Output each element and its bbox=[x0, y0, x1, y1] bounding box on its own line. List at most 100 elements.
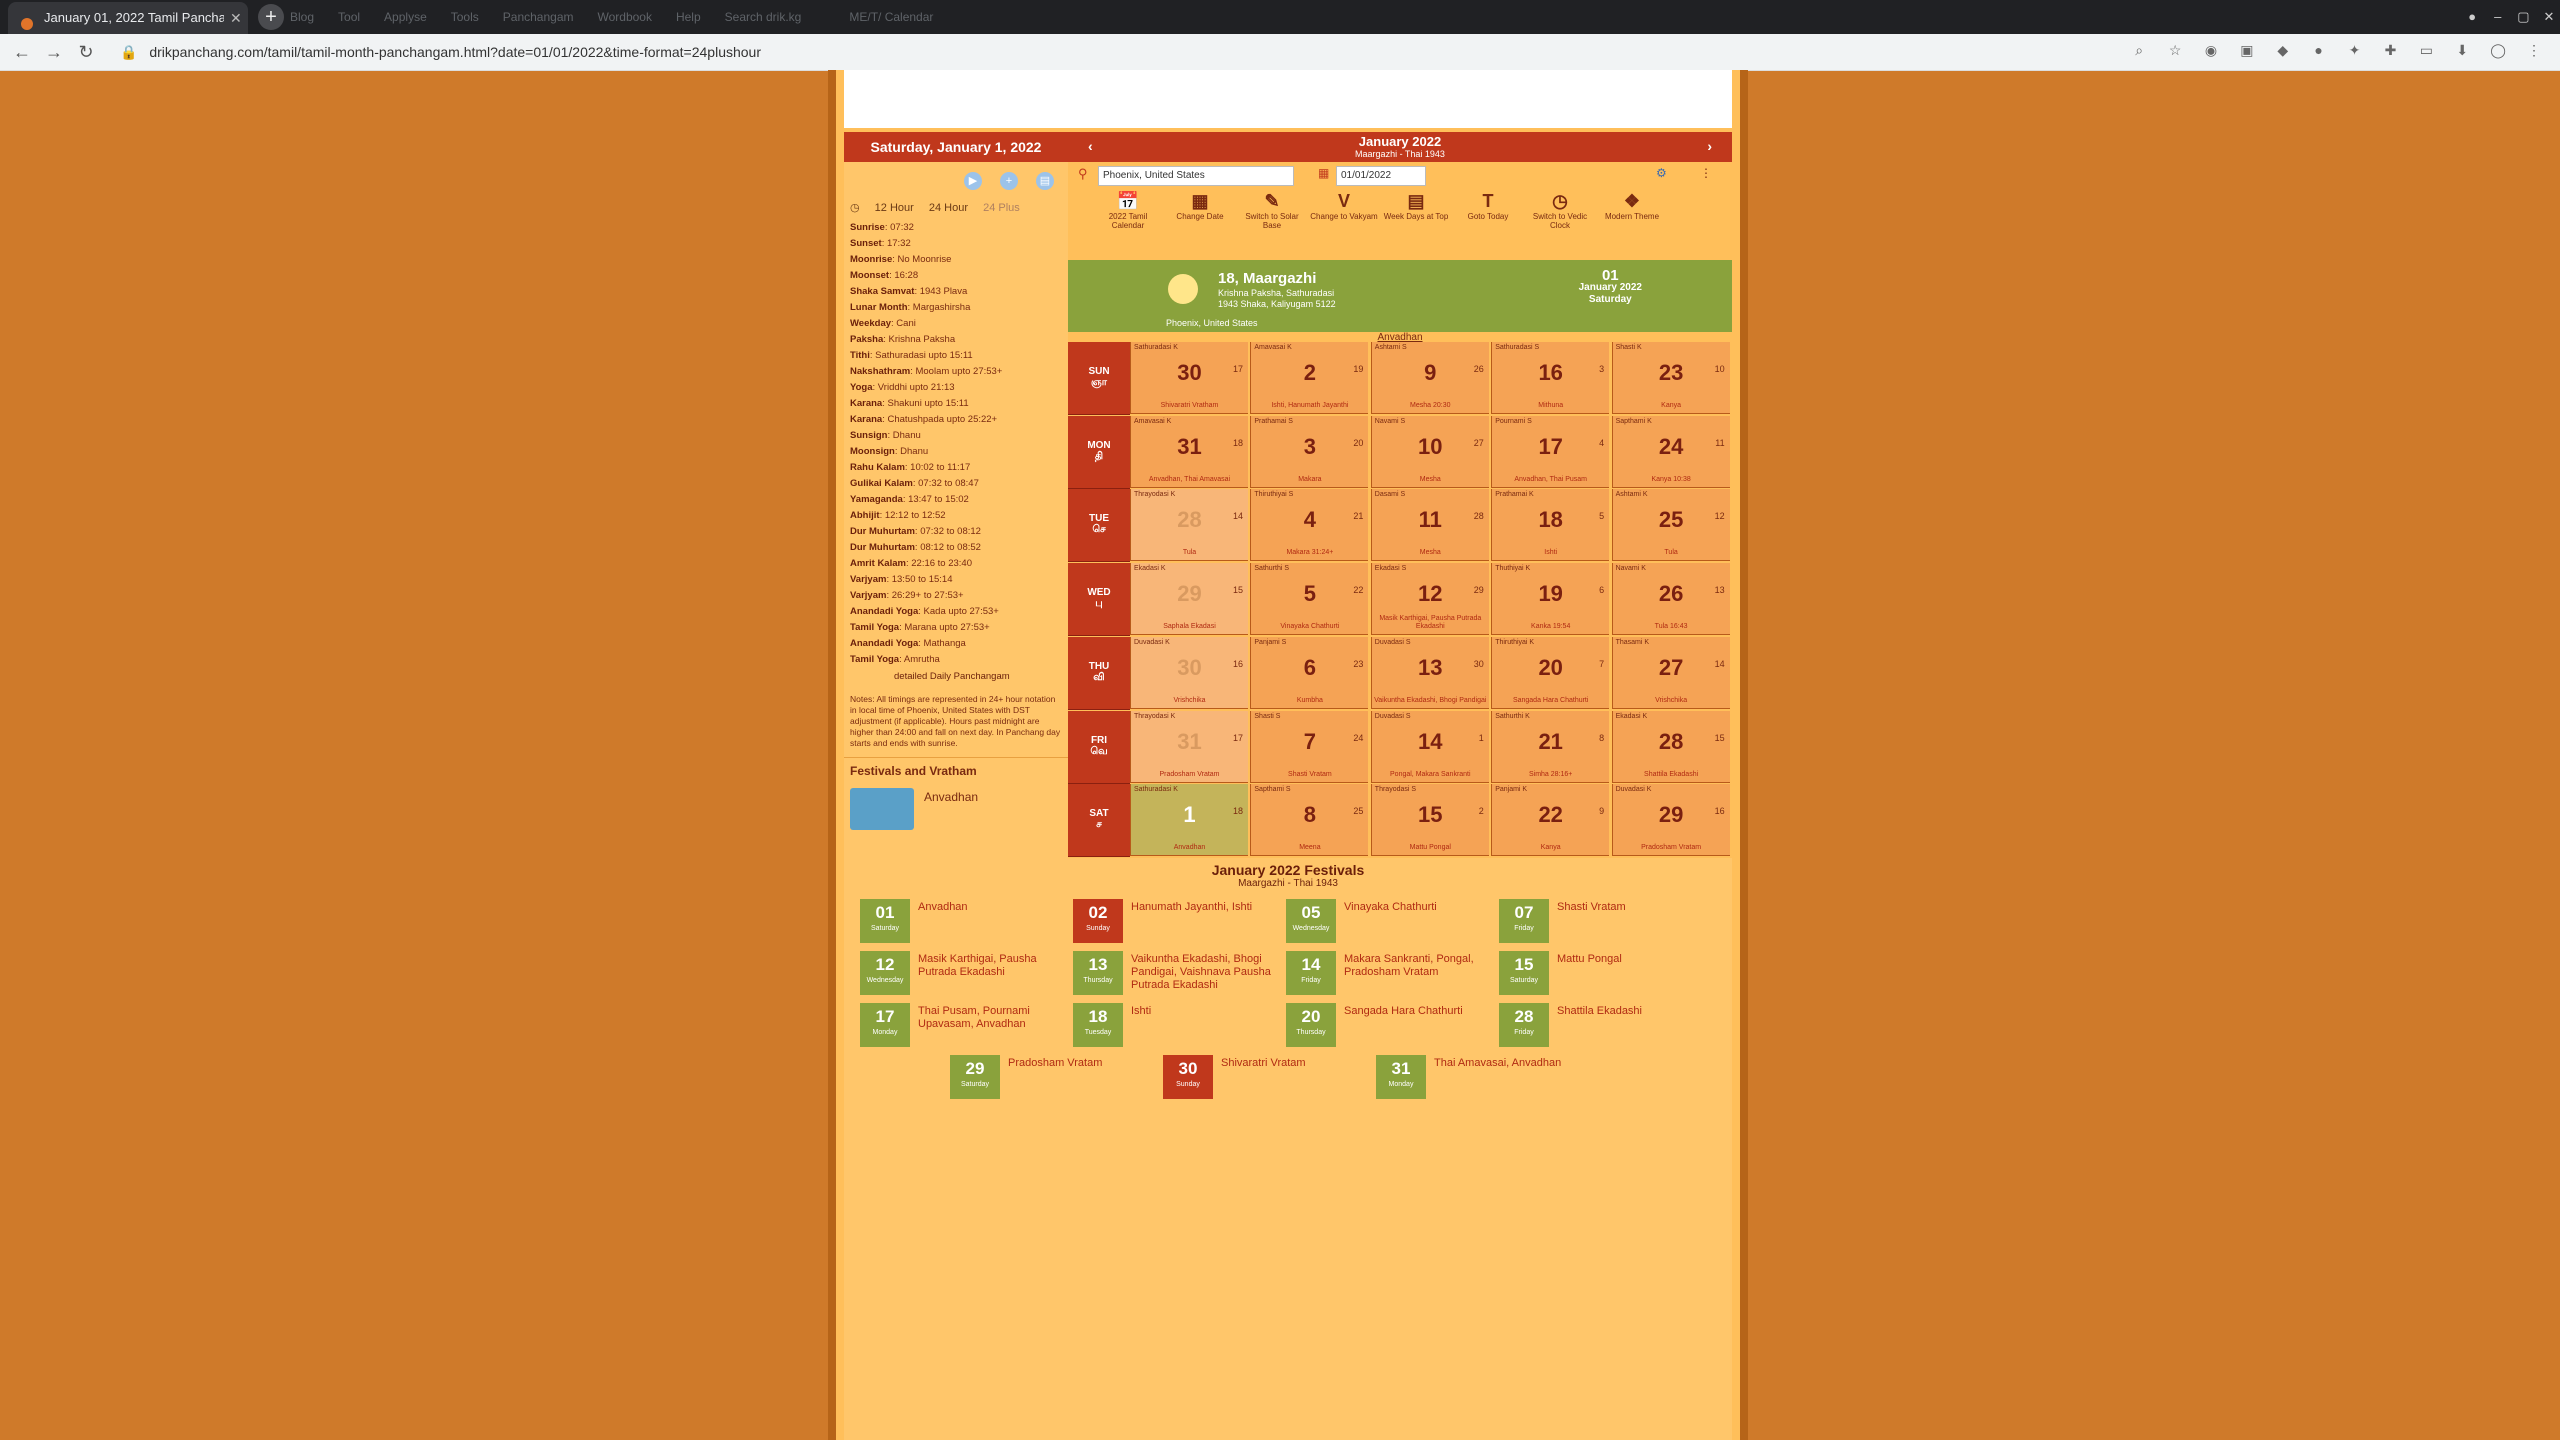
detail-label[interactable]: Varjyam bbox=[850, 574, 886, 585]
extension-icon[interactable]: ▣ bbox=[2231, 42, 2263, 59]
date-input[interactable]: 01/01/2022 bbox=[1336, 166, 1426, 186]
calendar-day-cell[interactable]: Prathamai K 18 5 Ishti bbox=[1491, 489, 1610, 562]
calendar-day-cell[interactable]: Thrayodasi S 15 2 Mattu Pongal bbox=[1370, 784, 1489, 857]
play-icon[interactable]: ▶ bbox=[964, 172, 982, 190]
detail-label[interactable]: Yoga bbox=[850, 382, 873, 393]
festival-name[interactable]: Anvadhan bbox=[918, 901, 1068, 914]
calendar-day-cell[interactable]: Thrayodasi K 28 14 Tula bbox=[1130, 489, 1248, 562]
detail-label[interactable]: Weekday bbox=[850, 318, 891, 329]
festival-name[interactable]: Ishti bbox=[1131, 1005, 1281, 1018]
festival-item[interactable]: Anvadhan bbox=[844, 784, 1068, 834]
detail-label[interactable]: Shaka Samvat bbox=[850, 286, 914, 297]
detail-label[interactable]: Tamil Yoga bbox=[850, 622, 899, 633]
star-icon[interactable]: ☆ bbox=[2159, 42, 2191, 59]
forward-icon[interactable]: → bbox=[44, 42, 64, 62]
calendar-day-cell[interactable]: Navami S 10 27 Mesha bbox=[1370, 415, 1489, 488]
detail-label[interactable]: Abhijit bbox=[850, 510, 880, 521]
bookmark-item[interactable]: ME/T/ Calendar bbox=[849, 10, 933, 24]
calendar-day-cell[interactable]: Pournami S 17 4 Anvadhan, Thai Pusam bbox=[1491, 415, 1610, 488]
calendar-day-cell[interactable]: Prathamai S 3 20 Makara bbox=[1250, 415, 1369, 488]
festival-entry[interactable]: 13 Thursday Vaikuntha Ekadashi, Bhogi Pand… bbox=[1073, 951, 1283, 995]
festival-name[interactable]: Pradosham Vratam bbox=[1008, 1057, 1158, 1070]
festival-entry[interactable]: 05 Wednesday Vinayaka Chathurti bbox=[1286, 899, 1496, 943]
toolbar-button[interactable]: V Change to Vakyam bbox=[1308, 190, 1380, 221]
calendar-day-cell[interactable]: Amavasai K 31 18 Anvadhan, Thai Amavasai bbox=[1130, 415, 1248, 488]
calendar-day-cell[interactable]: Duvadasi K 30 16 Vrishchika bbox=[1130, 636, 1248, 709]
bookmark-item[interactable]: Panchangam bbox=[503, 10, 574, 24]
detail-label[interactable]: Dur Muhurtam bbox=[850, 542, 915, 553]
festival-name[interactable]: Shattila Ekadashi bbox=[1557, 1005, 1707, 1018]
festival-name[interactable]: Shasti Vratam bbox=[1557, 901, 1707, 914]
festival-name[interactable]: Thai Amavasai, Anvadhan bbox=[1434, 1057, 1584, 1070]
prev-month-button[interactable]: ‹ bbox=[1088, 138, 1093, 154]
calendar-day-cell[interactable]: Sathuradasi S 16 3 Mithuna bbox=[1491, 342, 1610, 414]
calendar-day-cell[interactable]: Duvadasi K 29 16 Pradosham Vratam bbox=[1611, 784, 1730, 857]
menu-icon[interactable]: ⋮ bbox=[2518, 42, 2550, 59]
calendar-day-cell[interactable]: Amavasai K 2 19 Ishti, Hanumath Jayanthi bbox=[1250, 342, 1369, 414]
festival-name[interactable]: Thai Pusam, Pournami Upavasam, Anvadhan bbox=[918, 1005, 1068, 1031]
minimize-icon[interactable]: – bbox=[2487, 0, 2509, 34]
festival-entry[interactable]: 28 Friday Shattila Ekadashi bbox=[1499, 1003, 1709, 1047]
detail-label[interactable]: Moonsign bbox=[850, 446, 895, 457]
reload-icon[interactable]: ↻ bbox=[76, 42, 96, 62]
detail-label[interactable]: Nakshathram bbox=[850, 366, 910, 377]
format-24-plus[interactable]: 24 Plus bbox=[983, 202, 1020, 214]
calendar-day-cell[interactable]: Sathuradasi K 30 17 Shivaratri Vratham bbox=[1130, 342, 1248, 414]
next-month-button[interactable]: › bbox=[1707, 138, 1712, 154]
calendar-day-cell[interactable]: Panjami K 22 9 Kanya bbox=[1491, 784, 1610, 857]
calendar-day-cell[interactable]: Ekadasi K 28 15 Shattila Ekadashi bbox=[1611, 710, 1730, 783]
festival-entry[interactable]: 15 Saturday Mattu Pongal bbox=[1499, 951, 1709, 995]
avatar[interactable]: ◯ bbox=[2482, 42, 2514, 59]
toolbar-button[interactable]: ◷ Switch to Vedic Clock bbox=[1524, 190, 1596, 230]
calendar-day-cell[interactable]: Shasti K 23 10 Kanya bbox=[1611, 342, 1730, 414]
detail-label[interactable]: Paksha bbox=[850, 334, 883, 345]
calendar-day-cell[interactable]: Navami K 26 13 Tula 16:43 bbox=[1611, 563, 1730, 636]
calendar-day-cell[interactable]: Shasti S 7 24 Shasti Vratam bbox=[1250, 710, 1369, 783]
bookmark-item[interactable]: Help bbox=[676, 10, 701, 24]
calendar-day-cell[interactable]: Ekadasi S 12 29 Masik Karthigai, Pausha Put… bbox=[1370, 563, 1489, 636]
festival-name[interactable]: Hanumath Jayanthi, Ishti bbox=[1131, 901, 1281, 914]
detail-label[interactable]: Sunset bbox=[850, 238, 882, 249]
detail-label[interactable]: Gulikai Kalam bbox=[850, 478, 913, 489]
calendar-day-cell[interactable]: Sapthami S 8 25 Meena bbox=[1250, 784, 1369, 857]
calendar-day-cell[interactable]: Thuthiyai K 19 6 Kanka 19:54 bbox=[1491, 563, 1610, 636]
cast-icon[interactable]: ▭ bbox=[2410, 42, 2442, 59]
detail-label[interactable]: Tithi bbox=[850, 350, 870, 361]
detail-label[interactable]: Lunar Month bbox=[850, 302, 908, 313]
calendar-day-cell[interactable]: Sathurthi K 21 8 Simha 28:16+ bbox=[1491, 710, 1610, 783]
festival-entry[interactable]: 31 Monday Thai Amavasai, Anvadhan bbox=[1376, 1055, 1586, 1099]
toolbar-button[interactable]: 📅 2022 Tamil Calendar bbox=[1092, 190, 1164, 230]
calendar-day-cell[interactable]: Ashtami K 25 12 Tula bbox=[1611, 489, 1730, 562]
festival-entry[interactable]: 17 Monday Thai Pusam, Pournami Upavasam, A… bbox=[860, 1003, 1070, 1047]
bookmark-item[interactable]: Wordbook bbox=[597, 10, 651, 24]
festival-entry[interactable]: 29 Saturday Pradosham Vratam bbox=[950, 1055, 1160, 1099]
festival-name[interactable]: Vaikuntha Ekadashi, Bhogi Pandigai, Vais… bbox=[1131, 953, 1281, 992]
profile-icon[interactable]: ● bbox=[2461, 0, 2483, 34]
festival-entry[interactable]: 14 Friday Makara Sankranti, Pongal, Prados… bbox=[1286, 951, 1496, 995]
format-24-hour[interactable]: 24 Hour bbox=[929, 202, 968, 214]
festival-name[interactable]: Sangada Hara Chathurti bbox=[1344, 1005, 1494, 1018]
new-tab-button[interactable]: + bbox=[258, 4, 284, 30]
detail-label[interactable]: Karana bbox=[850, 414, 882, 425]
bookmark-item[interactable]: Search drik.kg bbox=[725, 10, 802, 24]
toolbar-button[interactable]: T Goto Today bbox=[1452, 190, 1524, 221]
festival-entry[interactable]: 30 Sunday Shivaratri Vratam bbox=[1163, 1055, 1373, 1099]
calendar-day-cell[interactable]: Dasami S 11 28 Mesha bbox=[1370, 489, 1489, 562]
calendar-day-cell[interactable]: Ashtami S 9 26 Mesha 20:30 bbox=[1370, 342, 1489, 414]
close-tab-icon[interactable]: ✕ bbox=[230, 2, 242, 34]
detail-label[interactable]: Tamil Yoga bbox=[850, 654, 899, 665]
calendar-day-cell[interactable]: Thasami K 27 14 Vrishchika bbox=[1611, 636, 1730, 709]
calendar-day-cell[interactable]: Panjami S 6 23 Kumbha bbox=[1250, 636, 1369, 709]
toolbar-button[interactable]: ▦ Change Date bbox=[1164, 190, 1236, 221]
detail-label[interactable]: Varjyam bbox=[850, 590, 886, 601]
calendar-day-cell[interactable]: Ekadasi K 29 15 Saphala Ekadasi bbox=[1130, 563, 1248, 636]
more-icon[interactable]: ⋮ bbox=[1700, 166, 1712, 180]
detail-label[interactable]: Anandadi Yoga bbox=[850, 638, 918, 649]
zoom-icon[interactable]: ⌕ bbox=[2123, 42, 2155, 59]
bookmark-item[interactable]: Applyse bbox=[384, 10, 427, 24]
puzzle-icon[interactable]: ✚ bbox=[2374, 42, 2406, 59]
calendar-day-cell[interactable]: Sathurthi S 5 22 Vinayaka Chathurti bbox=[1250, 563, 1369, 636]
detail-label[interactable]: Rahu Kalam bbox=[850, 462, 905, 473]
download-icon[interactable]: ⬇ bbox=[2446, 42, 2478, 59]
detail-label[interactable]: Yamaganda bbox=[850, 494, 903, 505]
